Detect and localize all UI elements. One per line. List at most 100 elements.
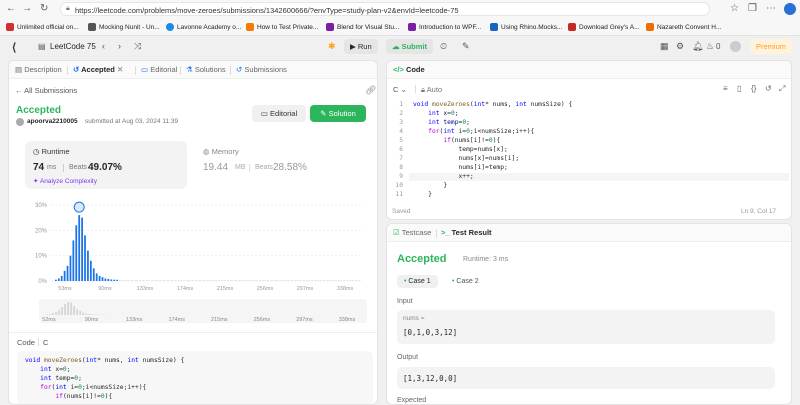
more-icon[interactable]: ⋯	[766, 3, 776, 15]
tab-editorial[interactable]: ▭ Editorial	[141, 65, 177, 74]
distribution-bar[interactable]	[212, 280, 214, 281]
distribution-bar[interactable]	[338, 280, 340, 281]
your-submission-marker[interactable]	[74, 202, 84, 212]
bookmark-item[interactable]: Mocking Nunit - Un...	[88, 21, 160, 33]
distribution-bar[interactable]	[78, 215, 80, 281]
list-icon[interactable]: ▤	[38, 42, 46, 51]
distribution-bar[interactable]	[72, 240, 74, 281]
distribution-bar[interactable]	[201, 280, 203, 281]
distribution-bar[interactable]	[341, 280, 343, 281]
memory-card[interactable]: ◍ Memory 19.44 MB Beats 28.58%	[195, 141, 345, 189]
distribution-bar[interactable]	[355, 280, 357, 281]
bookmark-item[interactable]: Blend for Visual Stu...	[326, 21, 399, 33]
distribution-bar[interactable]	[282, 280, 284, 281]
link-icon[interactable]: 🔗︎	[365, 85, 376, 96]
distribution-bar[interactable]	[183, 280, 185, 281]
distribution-bar[interactable]	[128, 280, 130, 281]
language-select[interactable]: C ⌄	[393, 85, 407, 94]
debug-icon[interactable]: ✱	[328, 41, 336, 52]
all-submissions-link[interactable]: ← All Submissions	[15, 86, 77, 95]
tab-solutions[interactable]: ⚗ Solutions	[186, 65, 226, 74]
distribution-bar[interactable]	[189, 280, 191, 281]
distribution-bar[interactable]	[309, 280, 311, 281]
analyze-complexity-link[interactable]: ✦ Analyze Complexity	[33, 177, 97, 185]
profile-avatar[interactable]	[784, 3, 796, 15]
distribution-bar[interactable]	[55, 280, 57, 281]
distribution-bar[interactable]	[242, 280, 244, 281]
distribution-bar[interactable]	[140, 280, 142, 281]
address-bar[interactable]: 🔒︎ https://leetcode.com/problems/move-ze…	[60, 2, 710, 16]
distribution-bar[interactable]	[166, 280, 168, 281]
distribution-bar[interactable]	[314, 280, 316, 281]
bookmark-item[interactable]: Nazareth Convent H...	[646, 21, 721, 33]
tab-test-result[interactable]: >_ Test Result	[441, 228, 492, 237]
distribution-bar[interactable]	[262, 280, 264, 281]
distribution-bar[interactable]	[137, 280, 139, 281]
expand-icon[interactable]: ⤢	[779, 84, 785, 94]
distribution-bar[interactable]	[230, 280, 232, 281]
distribution-bar[interactable]	[119, 280, 121, 281]
tab-accepted[interactable]: ↺ Accepted ✕	[73, 65, 123, 74]
distribution-bar[interactable]	[323, 280, 325, 281]
auto-mode[interactable]: 🔒︎ Auto	[421, 85, 442, 95]
distribution-bar[interactable]	[285, 280, 287, 281]
distribution-bar[interactable]	[276, 280, 278, 281]
distribution-bar[interactable]	[344, 280, 346, 281]
distribution-bar[interactable]	[58, 278, 60, 281]
distribution-bar[interactable]	[96, 273, 98, 281]
distribution-bar[interactable]	[244, 280, 246, 281]
distribution-bar[interactable]	[311, 280, 313, 281]
distribution-bar[interactable]	[233, 280, 235, 281]
bookmark-icon[interactable]: ▯	[737, 84, 741, 93]
distribution-bar[interactable]	[131, 280, 133, 281]
distribution-bar[interactable]	[265, 280, 267, 281]
submission-user[interactable]: apoorva2210005	[27, 118, 78, 125]
case-1-tab[interactable]: • Case 1	[397, 275, 438, 288]
braces-icon[interactable]: {}	[751, 84, 756, 93]
distribution-bar[interactable]	[300, 280, 302, 281]
distribution-bar[interactable]	[221, 280, 223, 281]
tab-submissions[interactable]: ↺ Submissions	[236, 65, 287, 74]
distribution-bar[interactable]	[84, 235, 86, 281]
distribution-bar[interactable]	[207, 280, 209, 281]
leetcode-logo-icon[interactable]: ⟨	[12, 41, 16, 54]
code-editor[interactable]: 1 2 3 4 5 6 7 8 9 10 11 void moveZeroes(…	[387, 97, 792, 205]
distribution-bar[interactable]	[102, 277, 104, 281]
reload-icon[interactable]: ↻	[40, 3, 48, 15]
distribution-bar[interactable]	[116, 280, 118, 281]
solution-button[interactable]: ✎ Solution	[310, 105, 366, 122]
distribution-bar[interactable]	[271, 280, 273, 281]
distribution-bar[interactable]	[134, 280, 136, 281]
distribution-bar[interactable]	[335, 280, 337, 281]
distribution-bar[interactable]	[195, 280, 197, 281]
distribution-bar[interactable]	[142, 280, 144, 281]
notes-icon[interactable]: ✎	[462, 41, 470, 52]
output-box[interactable]: [1,3,12,0,0]	[397, 367, 775, 389]
distribution-bar[interactable]	[154, 280, 156, 281]
distribution-bar[interactable]	[279, 280, 281, 281]
distribution-bar[interactable]	[259, 280, 261, 281]
distribution-bar[interactable]	[180, 280, 182, 281]
distribution-bar[interactable]	[87, 251, 89, 281]
case-2-tab[interactable]: • Case 2	[445, 275, 486, 288]
distribution-bar[interactable]	[70, 256, 72, 281]
distribution-bar[interactable]	[90, 261, 92, 281]
runtime-distribution-chart[interactable]: 30%20%10%0%53ms90ms133ms174ms215ms256ms2…	[25, 197, 365, 297]
layout-icon[interactable]: ▦	[660, 41, 669, 52]
submit-button[interactable]: ☁ Submit	[386, 39, 433, 54]
distribution-bar[interactable]	[294, 280, 296, 281]
distribution-bar[interactable]	[317, 280, 319, 281]
distribution-bar[interactable]	[227, 280, 229, 281]
runtime-card[interactable]: ◷ Runtime 74 ms Beats 49.07% ✦ Analyze C…	[25, 141, 187, 189]
distribution-bar[interactable]	[329, 280, 331, 281]
distribution-bar[interactable]	[352, 280, 354, 281]
distribution-bar[interactable]	[209, 280, 211, 281]
distribution-bar[interactable]	[99, 276, 101, 281]
timer-icon[interactable]: ⏲	[440, 41, 447, 52]
run-button[interactable]: ▶ Run	[344, 39, 378, 54]
forward-arrow-icon[interactable]: →	[22, 3, 32, 15]
distribution-bar[interactable]	[326, 280, 328, 281]
distribution-bar[interactable]	[93, 268, 95, 281]
user-avatar[interactable]	[730, 41, 741, 52]
distribution-bar[interactable]	[332, 280, 334, 281]
